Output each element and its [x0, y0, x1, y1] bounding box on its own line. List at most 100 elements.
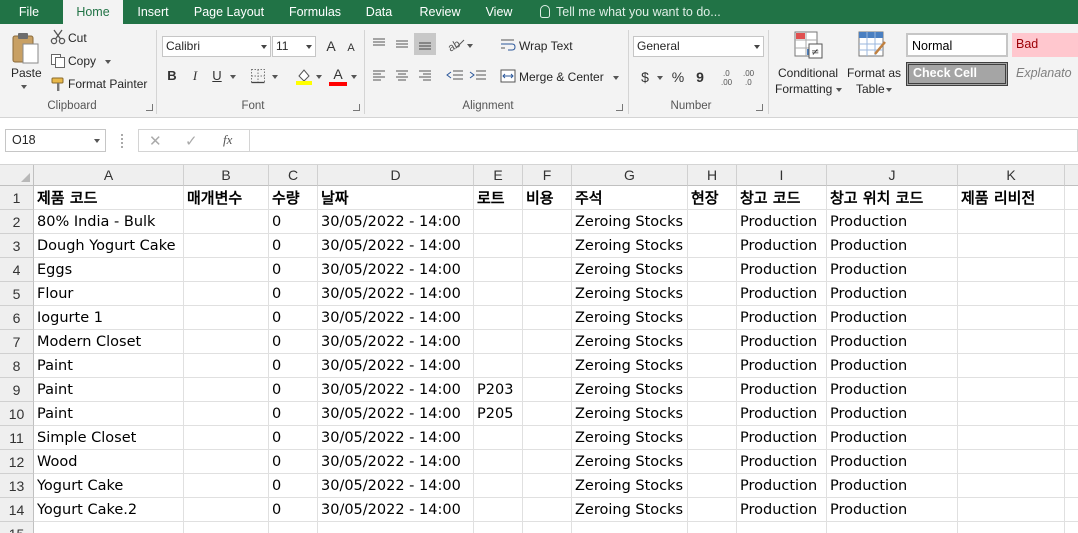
tab-insert[interactable]: Insert	[126, 0, 180, 24]
table-cell[interactable]: Yogurt Cake	[34, 474, 184, 498]
table-cell[interactable]	[958, 474, 1065, 498]
table-cell[interactable]: 0	[269, 330, 318, 354]
table-cell[interactable]	[958, 450, 1065, 474]
align-middle-icon[interactable]	[394, 37, 410, 54]
column-header-c[interactable]: C	[269, 165, 318, 186]
table-cell[interactable]	[572, 522, 688, 533]
table-cell[interactable]: Production	[737, 234, 827, 258]
table-cell[interactable]: 30/05/2022 - 14:00	[318, 258, 474, 282]
grow-font-button[interactable]: A	[322, 37, 340, 55]
table-cell[interactable]	[688, 450, 737, 474]
table-cell[interactable]	[474, 234, 523, 258]
table-cell[interactable]	[523, 402, 572, 426]
table-cell[interactable]	[1065, 378, 1078, 402]
table-cell[interactable]	[184, 522, 269, 533]
table-cell[interactable]	[184, 354, 269, 378]
tab-home[interactable]: Home	[63, 0, 123, 24]
table-cell[interactable]: 0	[269, 378, 318, 402]
table-cell[interactable]	[958, 210, 1065, 234]
paste-dropdown-icon[interactable]	[21, 85, 27, 89]
table-cell[interactable]	[958, 306, 1065, 330]
table-cell[interactable]: Production	[737, 426, 827, 450]
table-cell[interactable]	[1065, 498, 1078, 522]
row-header[interactable]: 7	[0, 330, 34, 354]
copy-button[interactable]: Copy	[68, 54, 96, 68]
table-cell[interactable]	[958, 258, 1065, 282]
underline-dropdown-icon[interactable]	[230, 75, 236, 79]
style-normal[interactable]: Normal	[906, 33, 1008, 57]
row-header[interactable]: 11	[0, 426, 34, 450]
decrease-indent-icon[interactable]	[446, 69, 464, 86]
table-cell[interactable]: Production	[827, 210, 958, 234]
header-cell[interactable]: 수량	[269, 186, 318, 210]
column-header-b[interactable]: B	[184, 165, 269, 186]
tab-page-layout[interactable]: Page Layout	[186, 0, 272, 24]
table-cell[interactable]	[688, 474, 737, 498]
table-cell[interactable]: Zeroing Stocks	[572, 402, 688, 426]
table-cell[interactable]	[958, 282, 1065, 306]
table-cell[interactable]	[184, 234, 269, 258]
table-cell[interactable]	[34, 522, 184, 533]
table-cell[interactable]	[688, 258, 737, 282]
header-cell[interactable]: 날짜	[318, 186, 474, 210]
merge-dropdown-icon[interactable]	[613, 76, 619, 80]
table-cell[interactable]	[269, 522, 318, 533]
formula-bar-grip[interactable]	[121, 134, 123, 148]
table-cell[interactable]	[1065, 474, 1078, 498]
row-header[interactable]: 1	[0, 186, 34, 210]
decrease-decimal-icon[interactable]: .00.0	[742, 68, 760, 89]
table-cell[interactable]	[474, 330, 523, 354]
number-launcher-icon[interactable]	[756, 104, 763, 111]
worksheet-grid[interactable]: A B C D E F G H I J K 1 제품 코드 매개변수 수량 날짜 로트 비용 주석 현장 창고 코드 창고…	[0, 165, 1078, 533]
tab-formulas[interactable]: Formulas	[278, 0, 352, 24]
table-cell[interactable]	[184, 378, 269, 402]
table-cell[interactable]	[184, 282, 269, 306]
select-all-corner[interactable]	[0, 165, 34, 186]
row-header[interactable]: 14	[0, 498, 34, 522]
table-cell[interactable]: Production	[827, 258, 958, 282]
table-cell[interactable]: Production	[827, 474, 958, 498]
table-cell[interactable]: Production	[827, 234, 958, 258]
table-cell[interactable]: 0	[269, 210, 318, 234]
table-cell[interactable]: Modern Closet	[34, 330, 184, 354]
enter-icon[interactable]: ✓	[185, 132, 198, 150]
cancel-icon[interactable]: ✕	[149, 132, 162, 150]
table-cell[interactable]	[688, 330, 737, 354]
table-cell[interactable]: 0	[269, 426, 318, 450]
table-cell[interactable]: Zeroing Stocks	[572, 330, 688, 354]
table-cell[interactable]	[958, 378, 1065, 402]
column-header-j[interactable]: J	[827, 165, 958, 186]
cut-button[interactable]: Cut	[68, 31, 87, 45]
align-top-icon[interactable]	[371, 37, 387, 54]
table-cell[interactable]	[523, 450, 572, 474]
table-cell[interactable]	[1065, 186, 1078, 210]
currency-button[interactable]: $	[636, 68, 654, 86]
table-cell[interactable]	[318, 522, 474, 533]
table-cell[interactable]	[688, 426, 737, 450]
table-cell[interactable]: Zeroing Stocks	[572, 282, 688, 306]
table-cell[interactable]	[474, 498, 523, 522]
paste-button[interactable]: Paste	[11, 66, 42, 80]
table-cell[interactable]: Production	[737, 474, 827, 498]
table-cell[interactable]	[184, 402, 269, 426]
table-cell[interactable]	[474, 522, 523, 533]
table-cell[interactable]: Production	[827, 282, 958, 306]
table-cell[interactable]	[1065, 402, 1078, 426]
row-header[interactable]: 6	[0, 306, 34, 330]
table-cell[interactable]	[474, 474, 523, 498]
table-cell[interactable]	[688, 210, 737, 234]
table-cell[interactable]: 0	[269, 306, 318, 330]
table-cell[interactable]: Zeroing Stocks	[572, 450, 688, 474]
table-cell[interactable]: 0	[269, 234, 318, 258]
table-cell[interactable]: 30/05/2022 - 14:00	[318, 306, 474, 330]
table-cell[interactable]: Production	[827, 378, 958, 402]
table-cell[interactable]: 30/05/2022 - 14:00	[318, 234, 474, 258]
paste-icon[interactable]	[10, 32, 40, 66]
align-right-icon[interactable]	[417, 69, 433, 86]
table-cell[interactable]	[1065, 282, 1078, 306]
table-cell[interactable]	[737, 522, 827, 533]
header-cell[interactable]: 비용	[523, 186, 572, 210]
conditional-formatting-dropdown-icon[interactable]	[836, 88, 842, 92]
increase-decimal-icon[interactable]: .0.00	[720, 68, 738, 89]
table-cell[interactable]: Zeroing Stocks	[572, 234, 688, 258]
